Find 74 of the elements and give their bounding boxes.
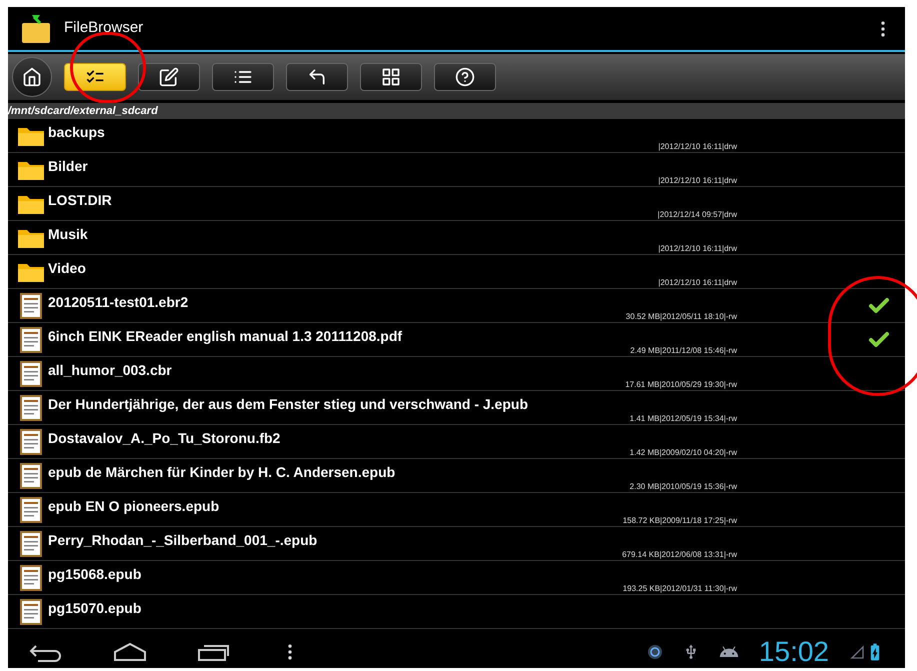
file-details: 30.52 MB|2012/05/11 18:10|-rw bbox=[626, 313, 737, 321]
file-name: epub de Märchen für Kinder by H. C. Andersen.epub bbox=[48, 463, 396, 482]
file-name: Musik bbox=[48, 225, 88, 244]
app-title: FileBrowser bbox=[64, 18, 144, 38]
app-logo-icon bbox=[20, 12, 52, 44]
document-icon bbox=[20, 428, 42, 454]
sync-icon bbox=[646, 644, 663, 660]
toolbar-button[interactable] bbox=[434, 63, 496, 91]
undo-icon bbox=[307, 67, 327, 87]
file-details: 2.49 MB|2011/12/08 15:46|-rw bbox=[630, 347, 737, 355]
file-row[interactable]: 6inch EINK EReader english manual 1.3 20111208.pdf 2.49 MB|2011/12/08 15:46|-rw bbox=[8, 323, 905, 357]
file-details: 679.14 KB|2012/06/08 13:31|-rw bbox=[622, 551, 737, 559]
toolbar-button[interactable] bbox=[212, 63, 274, 91]
file-name: 20120511-test01.ebr2 bbox=[48, 293, 188, 312]
file-row[interactable]: LOST.DIR |2012/12/14 09:57|drw bbox=[8, 187, 905, 221]
file-name: LOST.DIR bbox=[48, 191, 112, 210]
document-icon bbox=[20, 360, 42, 386]
file-details: 1.42 MB|2009/02/10 04:20|-rw bbox=[630, 449, 737, 457]
clock: 15:02 bbox=[758, 638, 829, 666]
file-name: epub EN O pioneers.epub bbox=[48, 497, 220, 516]
document-icon bbox=[20, 326, 42, 352]
file-row[interactable]: backups |2012/12/10 16:11|drw bbox=[8, 119, 905, 153]
file-name: Perry_Rhodan_-_Silberband_001_-.epub bbox=[48, 531, 318, 550]
file-details: |2012/12/10 16:11|drw bbox=[658, 245, 737, 253]
toolbar-button[interactable] bbox=[138, 63, 200, 91]
document-icon bbox=[20, 564, 42, 590]
toolbar-button[interactable] bbox=[360, 63, 422, 91]
file-name: pg15070.epub bbox=[48, 599, 142, 618]
file-details: 17.61 MB|2010/05/29 19:30|-rw bbox=[625, 381, 737, 389]
document-icon bbox=[20, 292, 42, 318]
file-name: Der Hundertjährige, der aus dem Fenster stieg und verschwand - J.epub bbox=[48, 395, 528, 414]
file-row[interactable]: all_humor_003.cbr 17.61 MB|2010/05/29 19:30|-rw bbox=[8, 357, 905, 391]
file-details: |2012/12/10 16:11|drw bbox=[658, 177, 737, 185]
help-icon bbox=[455, 67, 475, 87]
file-details: 1.41 MB|2012/05/19 15:34|-rw bbox=[630, 415, 737, 423]
file-name: 6inch EINK EReader english manual 1.3 20111208.pdf bbox=[48, 327, 402, 346]
file-name: Bilder bbox=[48, 157, 88, 176]
file-row[interactable]: epub de Märchen für Kinder by H. C. Andersen.epub 2.30 MB|2010/05/19 15:36|-rw bbox=[8, 459, 905, 493]
document-icon bbox=[20, 394, 42, 420]
signal-icon bbox=[849, 644, 865, 660]
file-details: |2012/12/10 16:11|drw bbox=[658, 143, 737, 151]
toolbar-button[interactable] bbox=[286, 63, 348, 91]
file-row[interactable]: Dostavalov_A._Po_Tu_Storonu.fb2 1.42 MB|2009/02/10 04:20|-rw bbox=[8, 425, 905, 459]
file-row[interactable]: Bilder |2012/12/10 16:11|drw bbox=[8, 153, 905, 187]
file-name: pg15068.epub bbox=[48, 565, 142, 584]
document-icon bbox=[20, 598, 42, 624]
file-row[interactable]: 20120511-test01.ebr2 30.52 MB|2012/05/11 18:10|-rw bbox=[8, 289, 905, 323]
document-icon bbox=[20, 496, 42, 522]
file-row[interactable]: Der Hundertjährige, der aus dem Fenster stieg und verschwand - J.epub 1.41 MB|2012/05/19 15:34|-rw bbox=[8, 391, 905, 425]
file-row[interactable]: Musik |2012/12/10 16:11|drw bbox=[8, 221, 905, 255]
file-name: Dostavalov_A._Po_Tu_Storonu.fb2 bbox=[48, 429, 280, 448]
document-icon bbox=[20, 530, 42, 556]
file-details: 193.25 KB|2012/01/31 11:30|-rw bbox=[622, 585, 737, 593]
file-name: Video bbox=[48, 259, 86, 278]
document-icon bbox=[20, 462, 42, 488]
file-name: all_humor_003.cbr bbox=[48, 361, 172, 380]
home-icon[interactable] bbox=[112, 642, 148, 662]
file-row[interactable]: pg15070.epub bbox=[8, 595, 905, 629]
grid-icon bbox=[381, 67, 401, 87]
recent-apps-icon[interactable] bbox=[196, 642, 232, 662]
file-row[interactable]: Video |2012/12/10 16:11|drw bbox=[8, 255, 905, 289]
file-name: backups bbox=[48, 123, 105, 142]
path-text: /mnt/sdcard/external_sdcard bbox=[8, 106, 158, 116]
file-details: 158.72 KB|2009/11/18 17:25|-rw bbox=[622, 517, 737, 525]
file-row[interactable]: pg15068.epub 193.25 KB|2012/01/31 11:30|-rw bbox=[8, 561, 905, 595]
file-row[interactable]: epub EN O pioneers.epub 158.72 KB|2009/11/18 17:25|-rw bbox=[8, 493, 905, 527]
file-details: |2012/12/14 09:57|drw bbox=[658, 211, 737, 219]
home-icon bbox=[22, 67, 42, 87]
toolbar-button[interactable] bbox=[12, 57, 52, 97]
file-details: |2012/12/10 16:11|drw bbox=[658, 279, 737, 287]
toolbar-button[interactable] bbox=[64, 63, 126, 91]
edit-icon bbox=[159, 67, 179, 87]
file-details: 2.30 MB|2010/05/19 15:36|-rw bbox=[630, 483, 737, 491]
file-row[interactable]: Perry_Rhodan_-_Silberband_001_-.epub 679.14 KB|2012/06/08 13:31|-rw bbox=[8, 527, 905, 561]
